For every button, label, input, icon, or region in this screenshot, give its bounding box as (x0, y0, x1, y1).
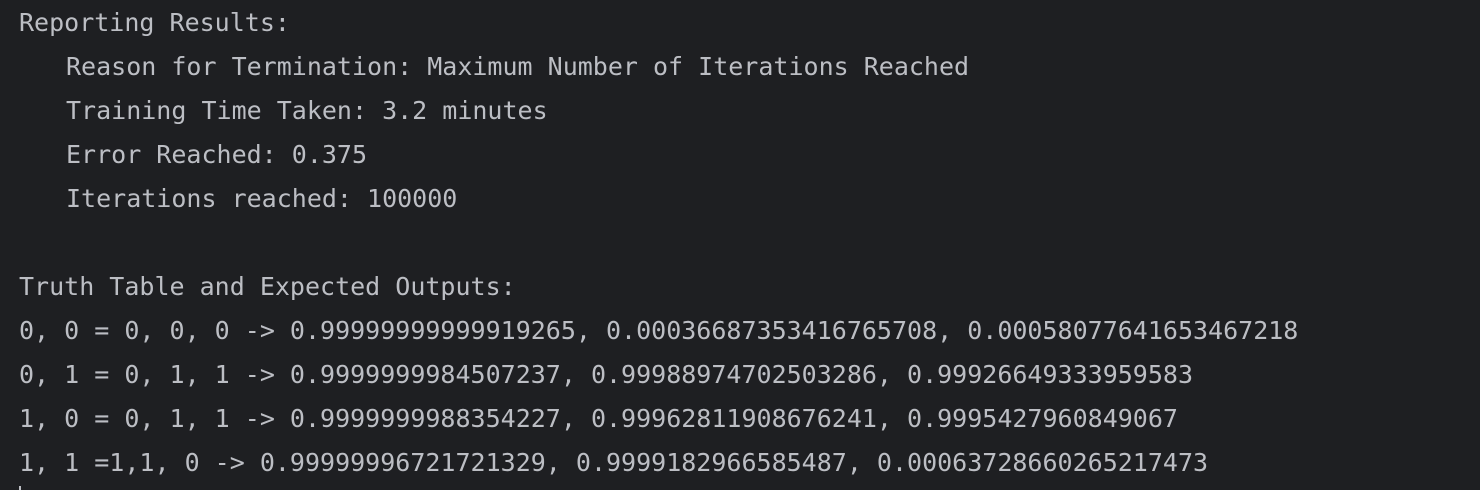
report-header: Reporting Results: (19, 8, 290, 37)
error-reached: Error Reached: 0.375 (66, 140, 368, 169)
console-output: Reporting Results: Reason for Terminatio… (0, 0, 1480, 490)
truth-table-row: 1, 0 = 0, 1, 1 -> 0.9999999988354227, 0.… (19, 404, 1178, 433)
truth-table-row: 1, 1 =1,1, 0 -> 0.99999996721721329, 0.9… (19, 448, 1209, 477)
truth-table-row: 0, 1 = 0, 1, 1 -> 0.9999999984507237, 0.… (19, 360, 1193, 389)
truth-table-header: Truth Table and Expected Outputs: (19, 272, 516, 301)
truth-table-row: 0, 0 = 0, 0, 0 -> 0.99999999999919265, 0… (19, 316, 1299, 345)
iterations-reached: Iterations reached: 100000 (66, 184, 458, 213)
text-caret (19, 486, 21, 490)
termination-reason: Reason for Termination: Maximum Number o… (66, 52, 970, 81)
training-time: Training Time Taken: 3.2 minutes (66, 96, 548, 125)
